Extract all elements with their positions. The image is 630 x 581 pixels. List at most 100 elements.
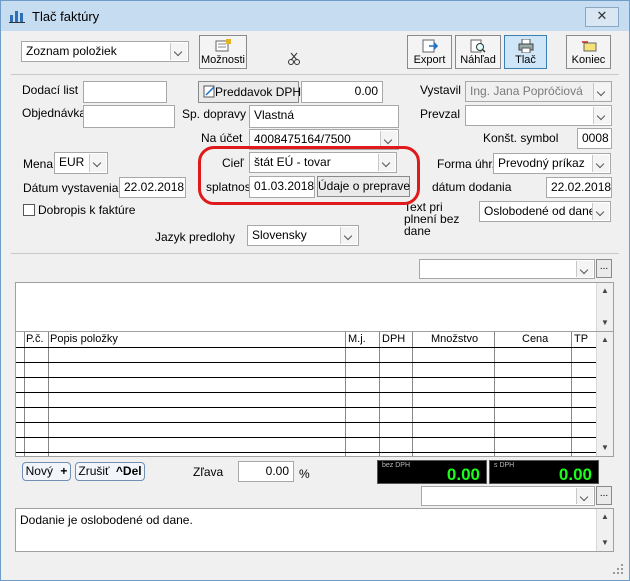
- items-grid-scrollbar[interactable]: ▲ ▼: [596, 332, 613, 456]
- column-header-pc: P.č.: [26, 333, 44, 345]
- scroll-up-icon[interactable]: ▲: [597, 332, 613, 348]
- prevzal-label: Prevzal: [420, 107, 461, 121]
- preddavok-dph-button[interactable]: Preddavok DPH: [198, 81, 301, 103]
- exit-icon: [581, 41, 596, 52]
- scroll-down-icon[interactable]: ▼: [597, 440, 613, 456]
- forma-uhr-select[interactable]: Prevodný príkaz: [493, 153, 611, 174]
- jazyk-predlohy-label: Jazyk predlohy: [155, 230, 236, 244]
- total-with-vat-display: s DPH 0.00: [489, 460, 599, 484]
- highlight-annotation: [198, 146, 420, 205]
- forma-uhr-label: Forma úhr.: [437, 157, 496, 171]
- scroll-down-icon[interactable]: ▼: [597, 535, 613, 551]
- sp-dopravy-label: Sp. dopravy: [182, 107, 247, 121]
- scissors-icon[interactable]: [287, 52, 301, 66]
- dodaci-list-field[interactable]: [83, 81, 167, 103]
- percent-label: %: [299, 467, 310, 481]
- objednavka-field[interactable]: [83, 105, 175, 128]
- scroll-down-icon[interactable]: ▼: [597, 315, 613, 331]
- table-row: [16, 452, 598, 453]
- mena-label: Mena: [23, 157, 54, 171]
- table-row: [16, 362, 598, 363]
- chevron-down-icon: [592, 203, 609, 220]
- table-row: [16, 422, 598, 423]
- export-button[interactable]: Export: [407, 35, 452, 69]
- cancel-item-button[interactable]: Zrušiť ^Del: [75, 462, 145, 481]
- plus-icon: +: [60, 464, 68, 478]
- chevron-down-icon: [340, 227, 357, 244]
- sp-dopravy-field[interactable]: Vlastná: [249, 105, 399, 128]
- table-row: [16, 347, 598, 348]
- datum-dodania-label: dátum dodania: [432, 180, 512, 194]
- table-row: [16, 377, 598, 378]
- title-bar: Tlač faktúry ✕: [1, 1, 629, 31]
- datum-vystavenia-label: Dátum vystavenia: [23, 181, 119, 195]
- options-icon: [215, 39, 231, 52]
- scroll-up-icon[interactable]: ▲: [597, 283, 613, 299]
- jazyk-predlohy-select[interactable]: Slovensky: [247, 225, 359, 246]
- preview-button[interactable]: Náhľad: [455, 35, 501, 69]
- dobropis-label: Dobropis k faktúre: [38, 203, 136, 217]
- chevron-down-icon: [593, 83, 610, 100]
- window-title: Tlač faktúry: [32, 9, 100, 24]
- dodaci-list-label: Dodací list: [22, 83, 79, 97]
- mena-select[interactable]: EUR: [54, 152, 108, 174]
- footer-note-text: Dodanie je oslobodené od dane.: [20, 513, 193, 527]
- chart-app-icon: [9, 11, 25, 23]
- grid-header: P.č. Popis položky M.j. DPH Množstvo Cen…: [16, 332, 598, 347]
- header-text-select[interactable]: [419, 259, 595, 279]
- printer-icon: [518, 39, 533, 53]
- invoice-print-window: Tlač faktúry ✕ Zoznam položiek Možnosti …: [0, 0, 630, 581]
- column-header-mnozstvo: Množstvo: [431, 333, 479, 345]
- ctrl-del-shortcut: ^Del: [115, 464, 142, 478]
- exit-button[interactable]: Koniec: [566, 35, 611, 69]
- options-button[interactable]: Možnosti: [199, 35, 247, 69]
- text-plneni-select[interactable]: Oslobodené od dane: [479, 201, 611, 222]
- zlava-label: Zľava: [193, 465, 224, 479]
- chevron-down-icon: [576, 261, 593, 277]
- footer-text-more-button[interactable]: ...: [596, 486, 612, 505]
- objednavka-label: Objednávka: [22, 106, 87, 120]
- vystavil-select[interactable]: Ing. Jana Popróčiová: [465, 81, 612, 102]
- close-window-button[interactable]: ✕: [585, 7, 619, 27]
- chevron-down-icon: [89, 154, 106, 172]
- datum-dodania-field[interactable]: 22.02.2018: [546, 177, 612, 198]
- column-header-cena: Cena: [522, 333, 549, 345]
- table-row: [16, 437, 598, 438]
- zlava-field[interactable]: 0.00: [238, 461, 294, 482]
- text-plneni-label: Text pri plnení bez dane: [404, 200, 460, 238]
- total-without-vat-display: bez DPH 0.00: [377, 460, 487, 484]
- column-header-popis: Popis položky: [50, 333, 118, 345]
- chevron-down-icon: [576, 488, 593, 504]
- konst-symbol-field[interactable]: 0008: [577, 128, 612, 149]
- toolbar-divider: [11, 74, 619, 75]
- datum-vystavenia-field[interactable]: 22.02.2018: [119, 177, 186, 198]
- resize-grip-icon[interactable]: [611, 562, 625, 576]
- chevron-down-icon: [593, 107, 610, 124]
- section-divider: [11, 253, 619, 254]
- dobropis-checkbox[interactable]: [23, 204, 35, 216]
- scroll-up-icon[interactable]: ▲: [597, 509, 613, 525]
- header-text-scrollbar[interactable]: ▲ ▼: [596, 283, 613, 331]
- export-icon: [422, 39, 438, 53]
- header-text-more-button[interactable]: ...: [596, 259, 612, 278]
- column-header-tp: TP: [574, 333, 589, 345]
- items-grid[interactable]: P.č. Popis položky M.j. DPH Množstvo Cen…: [15, 331, 614, 457]
- table-row: [16, 392, 598, 393]
- new-item-button[interactable]: Nový +: [22, 462, 71, 481]
- header-text-area[interactable]: ▲ ▼: [15, 282, 614, 332]
- vystavil-label: Vystavil: [420, 83, 461, 97]
- column-header-dph: DPH: [382, 333, 406, 345]
- preddavok-dph-field[interactable]: 0.00: [301, 81, 383, 103]
- column-header-mj: M.j.: [348, 333, 366, 345]
- list-select[interactable]: Zoznam položiek: [21, 41, 189, 62]
- footer-note-area[interactable]: Dodanie je oslobodené od dane. ▲ ▼: [15, 508, 614, 552]
- footer-note-scrollbar[interactable]: ▲ ▼: [596, 509, 613, 551]
- prevzal-select[interactable]: [465, 105, 612, 126]
- chevron-down-icon: [170, 43, 187, 60]
- print-button[interactable]: Tlač: [504, 35, 547, 69]
- close-icon: ✕: [596, 8, 608, 23]
- chevron-down-icon: [592, 155, 609, 172]
- konst-symbol-label: Konšt. symbol: [483, 131, 559, 145]
- footer-text-select[interactable]: [421, 486, 595, 506]
- na-ucet-label: Na účet: [201, 131, 243, 145]
